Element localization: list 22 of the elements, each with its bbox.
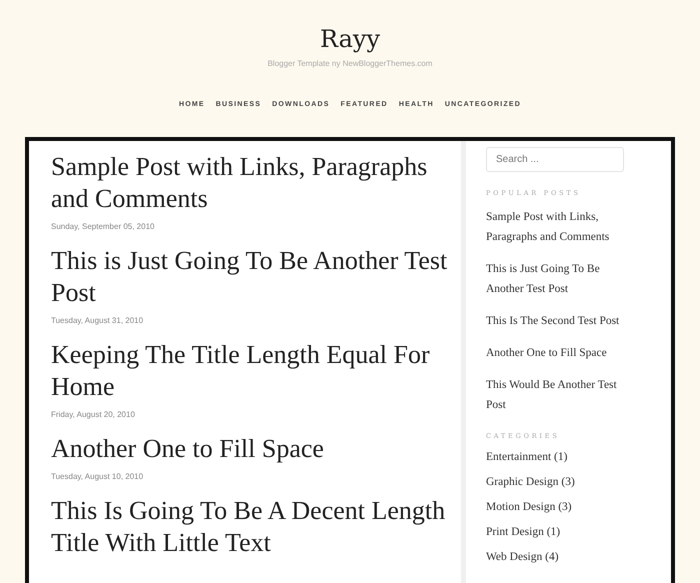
post-date: Friday, August 20, 2010 [51, 409, 136, 421]
post-title[interactable]: This Is Going To Be A Decent Length Title With Little Text [51, 495, 461, 559]
site-tagline: Blogger Template ny NewBloggerThemes.com [268, 58, 432, 70]
category-link[interactable]: Web Design (4) [486, 550, 626, 565]
category-link[interactable]: Entertainment (1) [486, 450, 626, 465]
post-date: Tuesday, August 10, 2010 [51, 471, 144, 483]
popular-post-link[interactable]: This Would Be Another Test Post [486, 375, 626, 415]
popular-post-link[interactable]: Another One to Fill Space [486, 343, 626, 363]
post-title[interactable]: Keeping The Title Length Equal For Home [51, 339, 461, 403]
post-date: Tuesday, August 31, 2010 [51, 315, 144, 327]
site-title[interactable]: Rayy [320, 24, 380, 54]
popular-post-link[interactable]: This is Just Going To Be Another Test Post [486, 259, 626, 299]
category-link[interactable]: Motion Design (3) [486, 500, 626, 515]
popular-post-link[interactable]: This Is The Second Test Post [486, 311, 626, 331]
popular-post-link[interactable]: Sample Post with Links, Paragraphs and Comments [486, 207, 626, 247]
post-title[interactable]: Sample Post with Links, Paragraphs and Comments [51, 151, 461, 215]
post-title[interactable]: Another One to Fill Space [51, 433, 461, 465]
post-date: Sunday, September 05, 2010 [51, 221, 156, 233]
search-field[interactable]: Search ... [486, 147, 624, 172]
category-link[interactable]: Print Design (1) [486, 525, 626, 540]
post-title[interactable]: This is Just Going To Be Another Test Post [51, 245, 461, 309]
category-link[interactable]: Graphic Design (3) [486, 475, 626, 490]
